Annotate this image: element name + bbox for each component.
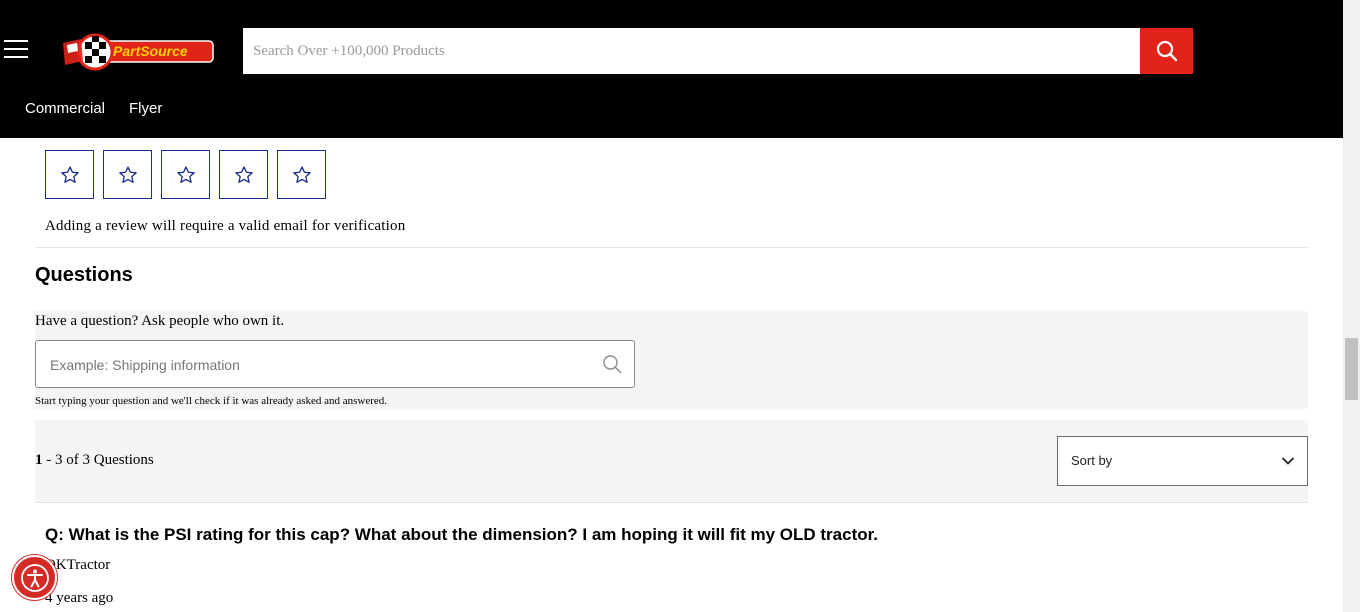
accessibility-icon	[20, 563, 49, 592]
question-count-rest: - 3 of 3 Questions	[42, 452, 154, 468]
header-search	[243, 28, 1193, 74]
site-header: PartSource Commercial Flyer	[0, 0, 1343, 138]
star-icon	[118, 165, 137, 183]
questions-toolbar: 1 - 3 of 3 Questions Sort by	[35, 420, 1308, 503]
ask-question-input[interactable]	[48, 341, 592, 389]
star-1-button[interactable]	[45, 150, 94, 199]
star-icon	[292, 165, 311, 183]
question-text[interactable]: Q: What is the PSI rating for this cap? …	[45, 525, 878, 545]
star-icon	[234, 165, 253, 183]
ask-question-hint: Start typing your question and we'll che…	[35, 395, 388, 407]
logo-text: PartSource	[113, 43, 188, 59]
questions-heading: Questions	[35, 264, 133, 286]
star-3-button[interactable]	[161, 150, 210, 199]
search-icon	[603, 355, 622, 374]
sort-by-label: Sort by	[1071, 453, 1113, 468]
question-count: 1 - 3 of 3 Questions	[35, 452, 154, 469]
star-icon	[60, 165, 79, 183]
star-2-button[interactable]	[103, 150, 152, 199]
scrollbar-thumb[interactable]	[1345, 338, 1358, 400]
nav-commercial[interactable]: Commercial	[25, 100, 105, 117]
star-rating-input	[45, 150, 326, 199]
star-4-button[interactable]	[219, 150, 268, 199]
menu-icon[interactable]	[4, 40, 28, 59]
review-email-note: Adding a review will require a valid ema…	[45, 218, 406, 234]
ask-question-label: Have a question? Ask people who own it.	[35, 313, 285, 329]
sort-by-select[interactable]: Sort by	[1057, 436, 1308, 486]
question-date: 4 years ago	[45, 590, 114, 606]
scrollbar-track[interactable]	[1343, 0, 1360, 612]
section-divider	[35, 247, 1308, 248]
partsource-logo[interactable]: PartSource	[61, 31, 216, 71]
star-icon	[176, 165, 195, 183]
question-count-start: 1	[35, 452, 43, 468]
main-nav: Commercial Flyer	[25, 100, 162, 117]
chevron-down-icon	[1282, 457, 1294, 465]
ask-question-panel: Have a question? Ask people who own it. …	[35, 311, 1308, 409]
accessibility-button[interactable]	[12, 555, 57, 600]
ask-question-box	[35, 340, 635, 389]
search-button[interactable]	[1140, 28, 1193, 74]
search-input[interactable]	[243, 28, 1140, 74]
star-5-button[interactable]	[277, 150, 326, 199]
search-icon	[1156, 40, 1177, 62]
nav-flyer[interactable]: Flyer	[129, 100, 162, 117]
